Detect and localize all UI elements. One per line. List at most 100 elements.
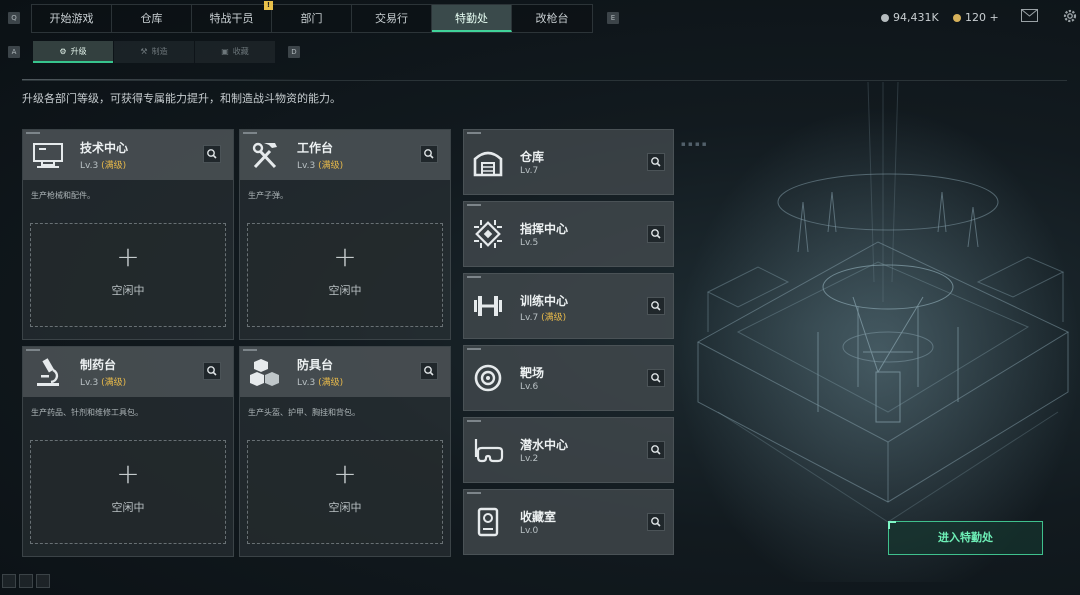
enter-special-ops-button[interactable]: 进入特勤处 (888, 521, 1043, 555)
production-slot-empty[interactable]: + 空闲中 (30, 440, 226, 544)
inspect-button[interactable] (647, 153, 665, 171)
inspect-button[interactable] (647, 225, 665, 243)
facility-description: 生产头盔、护甲、胸挂和背包。 (248, 408, 360, 417)
facility-card-armor-bench[interactable]: 防具台 Lv.3 (满级) 生产头盔、护甲、胸挂和背包。 + 空闲中 (239, 346, 451, 557)
search-icon (651, 301, 661, 311)
facility-card-shooting-range[interactable]: 靶场 Lv.6 (463, 345, 674, 411)
warehouse-icon (473, 151, 503, 177)
card-tag (467, 420, 481, 422)
tab-special-ops[interactable]: 特勤处 (432, 5, 512, 32)
subtab-collection[interactable]: ▣ 收藏 (195, 41, 275, 63)
level-value: Lv.3 (80, 378, 99, 388)
mail-icon[interactable] (1021, 9, 1038, 26)
page-description: 升级各部门等级，可获得专属能力提升，和制造战斗物资的能力。 (22, 92, 341, 105)
trophy-case-icon (477, 507, 499, 537)
sub-tabs: ⚙ 升级 ⚒ 制造 ▣ 收藏 (33, 41, 276, 63)
inspect-button[interactable] (420, 362, 438, 380)
slot-status: 空闲中 (328, 501, 362, 514)
inspect-button[interactable] (647, 297, 665, 315)
facility-level: Lv.3 (满级) (80, 375, 126, 388)
inspect-button[interactable] (420, 145, 438, 163)
inspect-button[interactable] (203, 145, 221, 163)
microscope-icon (37, 358, 59, 386)
facility-description: 生产子弹。 (248, 191, 288, 200)
target-icon (474, 364, 502, 392)
max-level-label: (满级) (541, 313, 567, 323)
facility-name: 训练中心 (520, 294, 569, 308)
max-level-label: (满级) (101, 378, 127, 388)
plus-icon: + (333, 457, 357, 490)
search-icon (424, 366, 434, 376)
subtab-upgrade-label: 升级 (70, 47, 87, 56)
facility-description: 生产枪械和配件。 (31, 191, 95, 200)
gear-icon[interactable] (1062, 8, 1078, 28)
level-value: Lv.3 (80, 161, 99, 171)
facility-card-tech-center[interactable]: 技术中心 Lv.3 (满级) 生产枪械和配件。 + 空闲中 (22, 129, 234, 340)
facility-level: Lv.3 (满级) (80, 158, 126, 171)
subtab-upgrade[interactable]: ⚙ 升级 (33, 41, 113, 63)
subtab-craft-label: 制造 (151, 47, 168, 56)
facility-name: 制药台 (80, 358, 117, 372)
facility-card-pharmacy[interactable]: 制药台 Lv.3 (满级) 生产药品、针剂和维修工具包。 + 空闲中 (22, 346, 234, 557)
facility-card-command-center[interactable]: 指挥中心 Lv.5 (463, 201, 674, 267)
max-level-label: (满级) (101, 161, 127, 171)
facility-level: Lv.3 (满级) (297, 158, 343, 171)
facility-level: Lv.3 (满级) (297, 375, 343, 388)
facility-name: 靶场 (520, 366, 545, 380)
facility-card-collection-room[interactable]: 收藏室 Lv.0 (463, 489, 674, 555)
tab-departments[interactable]: 部门 (272, 5, 352, 32)
key-hint-a: A (8, 46, 20, 58)
facility-level: Lv.6 (520, 382, 538, 392)
tab-warehouse[interactable]: 仓库 (112, 5, 192, 32)
toolbar-icon-3[interactable] (36, 574, 50, 588)
level-value: Lv.7 (520, 313, 539, 323)
key-hint-e: E (607, 12, 619, 24)
tools-icon (252, 142, 277, 169)
diving-mask-icon (474, 439, 504, 463)
facility-card-workbench[interactable]: 工作台 Lv.3 (满级) 生产子弹。 + 空闲中 (239, 129, 451, 340)
upgrade-icon: ⚙ (59, 47, 67, 56)
search-icon (651, 229, 661, 239)
boxes-icon (250, 359, 279, 386)
facility-card-training-center[interactable]: 训练中心 Lv.7 (满级) (463, 273, 674, 339)
chip-icon (474, 220, 502, 248)
currency-gold[interactable]: 120 + (953, 11, 999, 24)
inspect-button[interactable] (647, 513, 665, 531)
plus-icon: + (116, 457, 140, 490)
production-slot-empty[interactable]: + 空闲中 (30, 223, 226, 327)
main-tabs: 开始游戏 仓库 特战干员 部门 交易行 特勤处 改枪台 (31, 4, 593, 33)
divider (22, 80, 1067, 81)
tab-start-game[interactable]: 开始游戏 (32, 5, 112, 32)
inspect-button[interactable] (203, 362, 221, 380)
tab-gunsmith[interactable]: 改枪台 (512, 5, 592, 32)
facility-header: 制药台 Lv.3 (满级) (23, 347, 233, 397)
level-value: Lv.7 (520, 166, 539, 176)
production-slot-empty[interactable]: + 空闲中 (247, 440, 443, 544)
inspect-button[interactable] (647, 369, 665, 387)
card-tag (467, 204, 481, 206)
facility-name: 工作台 (297, 141, 334, 155)
search-icon (424, 149, 434, 159)
subtab-craft[interactable]: ⚒ 制造 (114, 41, 194, 63)
level-value: Lv.3 (297, 378, 316, 388)
gold-coin-icon (953, 13, 961, 22)
subtab-collection-label: 收藏 (232, 47, 249, 56)
facility-name: 仓库 (520, 150, 545, 164)
search-icon (651, 445, 661, 455)
production-slot-empty[interactable]: + 空闲中 (247, 223, 443, 327)
facility-card-diving-center[interactable]: 潜水中心 Lv.2 (463, 417, 674, 483)
slot-status: 空闲中 (111, 501, 145, 514)
inspect-button[interactable] (647, 441, 665, 459)
currency-silver[interactable]: 94,431K (881, 11, 939, 24)
card-tag (467, 276, 481, 278)
plus-icon: + (116, 240, 140, 273)
slot-status: 空闲中 (111, 284, 145, 297)
collection-icon: ▣ (221, 47, 229, 56)
facility-card-warehouse[interactable]: 仓库 Lv.7 (463, 129, 674, 195)
max-level-label: (满级) (318, 378, 344, 388)
tab-trading[interactable]: 交易行 (352, 5, 432, 32)
tab-operators[interactable]: 特战干员 (192, 5, 272, 32)
toolbar-icon-1[interactable] (2, 574, 16, 588)
base-wireframe-illustration (678, 82, 1080, 582)
toolbar-icon-2[interactable] (19, 574, 33, 588)
